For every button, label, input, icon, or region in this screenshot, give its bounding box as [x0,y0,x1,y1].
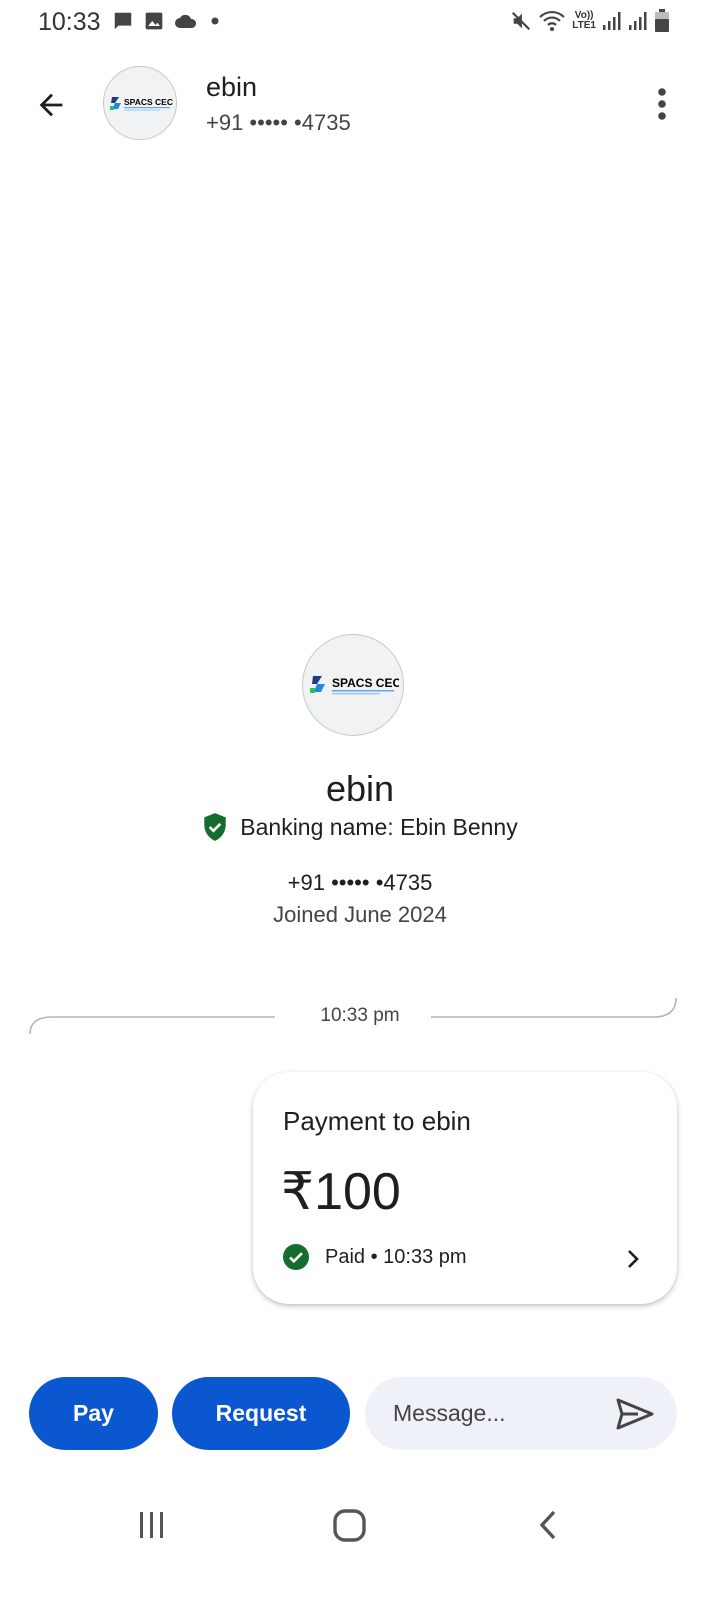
more-options-button[interactable] [644,86,680,122]
profile-phone: +91 ••••• •4735 [287,870,433,895]
status-time: 10:33 [38,8,101,36]
message-timestamp: 10:33 pm [320,1005,400,1026]
avatar[interactable]: SPACS CEC [103,66,177,140]
back-button[interactable] [28,82,74,128]
header-contact-phone: +91 ••••• •4735 [206,110,351,135]
cloud-icon [175,14,197,28]
more-vert-icon [658,88,666,120]
recents-icon[interactable] [132,1508,172,1542]
verified-shield-icon [204,813,226,841]
avatar-logo-text: SPACS CEC [124,97,173,107]
image-icon [145,12,163,30]
message-icon [114,12,132,30]
message-composer [365,1377,677,1450]
profile-logo-text: SPACS CEC [332,676,399,690]
status-system-icons: Vo)) LTE1 [510,9,670,33]
payment-status-row: Paid • 10:33 pm [283,1244,467,1270]
payment-title: Payment to ebin [283,1106,471,1136]
header-contact-name: ebin [206,72,258,102]
network-label-bottom: LTE1 [572,20,596,31]
joined-date: Joined June 2024 [273,902,447,927]
banking-name-row: Banking name: Ebin Benny [0,812,720,842]
arrow-left-icon [39,93,63,117]
wifi-icon [539,10,566,31]
nav-back-icon[interactable] [532,1506,564,1546]
app-bar: SPACS CEC ebin +91 ••••• •4735 [0,60,720,146]
send-icon [616,1398,654,1430]
home-icon[interactable] [330,1506,370,1546]
spacs-logo-icon: SPACS CEC [310,676,399,695]
signal-icon [629,12,647,30]
chevron-right-icon [628,1250,639,1268]
battery-icon [655,9,669,32]
profile-avatar: SPACS CEC [302,634,404,736]
request-button[interactable]: Request [172,1377,350,1450]
mute-icon [512,11,531,31]
payment-status: Paid • 10:33 pm [325,1245,467,1268]
signal-icon [603,12,621,30]
profile-name: ebin [325,768,395,809]
send-button[interactable] [615,1395,655,1433]
payment-amount: ₹100 [281,1163,401,1221]
status-bar: 10:33 Vo)) LTE1 [0,0,720,46]
dot-icon [211,17,219,25]
network-type-label: Vo)) LTE1 [572,11,596,31]
check-circle-icon [283,1244,309,1270]
system-nav-bar [0,1500,720,1560]
message-input[interactable] [393,1377,593,1450]
pay-button[interactable]: Pay [29,1377,158,1450]
status-notification-icons [112,10,222,32]
spacs-logo-icon: SPACS CEC [110,97,173,111]
banking-name: Banking name: Ebin Benny [240,813,518,840]
payment-card[interactable]: Payment to ebin ₹100 Paid • 10:33 pm [253,1072,677,1304]
